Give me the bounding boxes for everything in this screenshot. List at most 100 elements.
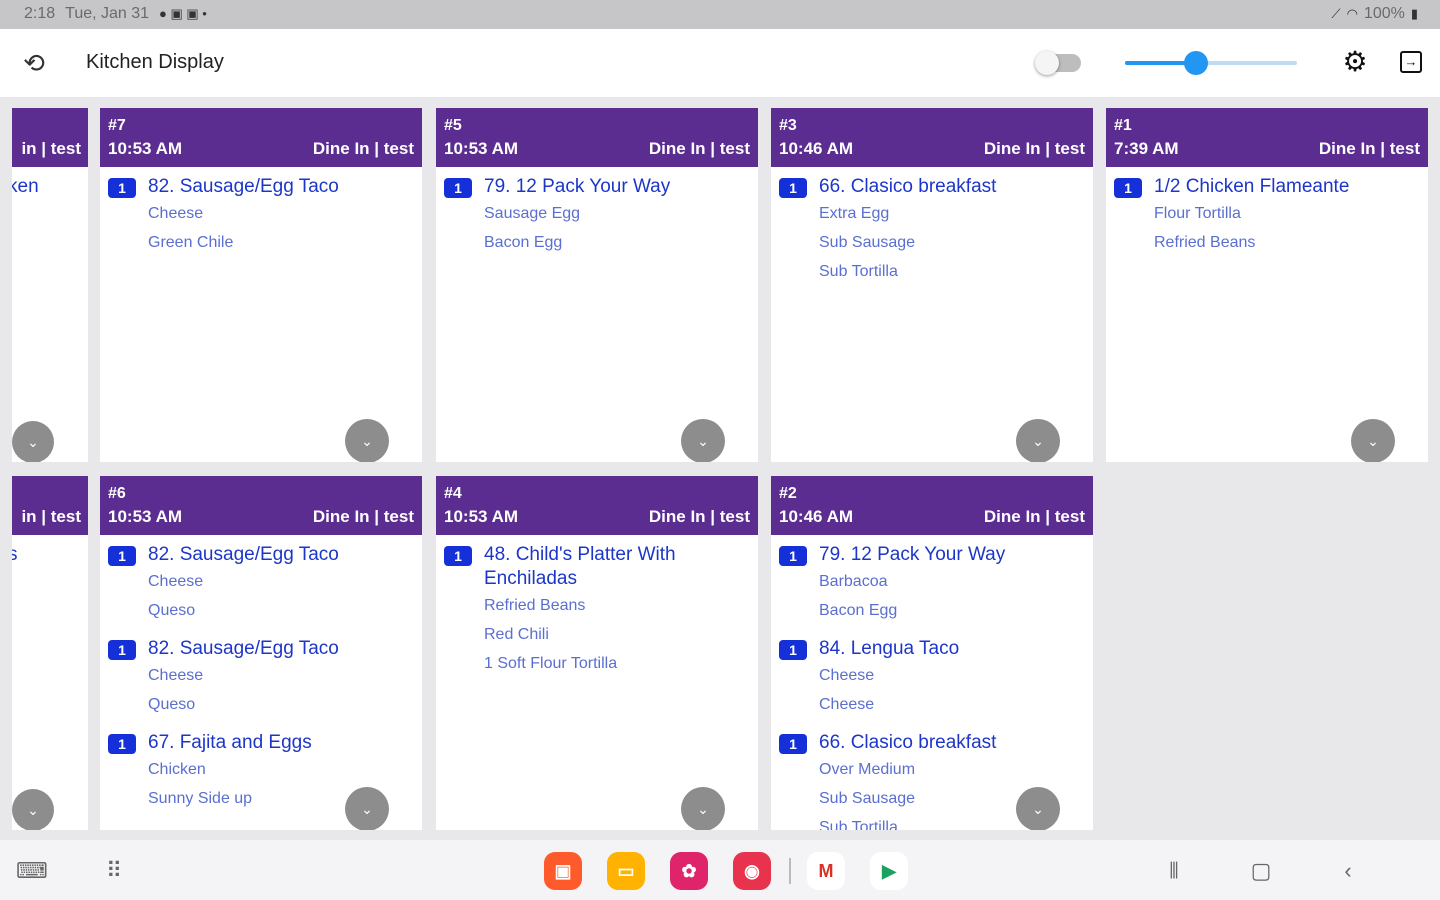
card-header: #1 7:39 AM Dine In | test bbox=[1106, 108, 1428, 167]
item-name: 67. Fajita and Eggs bbox=[148, 732, 312, 753]
status-bar: 2:18 Tue, Jan 31 ● ▣ ▣ • ⟋ ◠ 100% ▮ bbox=[0, 0, 1440, 29]
item-modifier: Refried Beans bbox=[484, 597, 586, 614]
toggle-knob[interactable] bbox=[1035, 51, 1059, 75]
order-number: #4 bbox=[444, 485, 462, 502]
list-item[interactable]: 1 84. Lengua Taco Cheese Cheese bbox=[771, 637, 1093, 719]
list-item[interactable]: 1 79. 12 Pack Your Way Barbacoa Bacon Eg… bbox=[771, 543, 1093, 625]
quantity-badge: 1 bbox=[108, 178, 136, 198]
order-number: #7 bbox=[108, 117, 126, 134]
order-card[interactable]: #3 10:46 AM Dine In | test 1 66. Clasico… bbox=[771, 108, 1093, 462]
item-name: 84. Lengua Taco bbox=[819, 638, 960, 659]
item-modifier: Bacon Egg bbox=[484, 234, 563, 251]
chevron-down-icon[interactable]: ⌄ bbox=[345, 419, 389, 462]
item-modifier: Cheese bbox=[148, 667, 204, 684]
order-number: #1 bbox=[1114, 117, 1132, 134]
order-card[interactable]: #1 7:39 AM Dine In | test 1 1/2 Chicken … bbox=[1106, 108, 1428, 462]
chevron-down-icon[interactable]: ⌄ bbox=[345, 787, 389, 830]
partial-order-card[interactable]: in | test ken ⌄ bbox=[12, 108, 88, 462]
item-list: 1 1/2 Chicken Flameante Flour Tortilla R… bbox=[1106, 167, 1428, 462]
camera-app-icon[interactable]: ◉ bbox=[733, 852, 771, 890]
chevron-down-icon[interactable]: ⌄ bbox=[681, 419, 725, 462]
home-icon[interactable]: ▢ bbox=[1246, 856, 1276, 886]
card-header: #6 10:53 AM Dine In | test bbox=[100, 476, 422, 535]
quantity-badge: 1 bbox=[108, 640, 136, 660]
list-item[interactable]: 1 1/2 Chicken Flameante Flour Tortilla R… bbox=[1106, 175, 1428, 257]
card-header: #5 10:53 AM Dine In | test bbox=[436, 108, 758, 167]
order-card[interactable]: #5 10:53 AM Dine In | test 1 79. 12 Pack… bbox=[436, 108, 758, 462]
item-modifier: Refried Beans bbox=[1154, 234, 1256, 251]
item-modifier: Bacon Egg bbox=[819, 602, 898, 619]
item-modifier: Cheese bbox=[819, 696, 875, 713]
list-item[interactable]: 1 48. Child's Platter With Enchiladas Re… bbox=[436, 543, 758, 678]
quantity-badge: 1 bbox=[779, 546, 807, 566]
quantity-badge: 1 bbox=[108, 546, 136, 566]
item-name: 1/2 Chicken Flameante bbox=[1154, 176, 1350, 197]
order-type: in | test bbox=[21, 507, 81, 526]
list-item[interactable]: 1 82. Sausage/Egg Taco Cheese Queso bbox=[100, 637, 422, 719]
chevron-down-icon[interactable]: ⌄ bbox=[1351, 419, 1395, 462]
card-header: in | test bbox=[12, 108, 88, 167]
item-modifier: Flour Tortilla bbox=[1154, 205, 1241, 222]
chevron-down-icon[interactable]: ⌄ bbox=[1016, 787, 1060, 830]
quantity-badge: 1 bbox=[1114, 178, 1142, 198]
item-name: 48. Child's Platter With Enchiladas bbox=[484, 544, 676, 589]
order-card[interactable]: #7 10:53 AM Dine In | test 1 82. Sausage… bbox=[100, 108, 422, 462]
order-card[interactable]: #2 10:46 AM Dine In | test 1 79. 12 Pack… bbox=[771, 476, 1093, 830]
item-list: 1 79. 12 Pack Your Way Barbacoa Bacon Eg… bbox=[771, 535, 1093, 830]
item-modifier: Queso bbox=[148, 602, 196, 619]
gmail-app-icon[interactable]: M bbox=[807, 852, 845, 890]
order-time: 10:46 AM bbox=[779, 139, 854, 158]
play-store-icon[interactable]: ▶ bbox=[870, 852, 908, 890]
display-toggle[interactable] bbox=[1035, 51, 1081, 75]
list-item[interactable]: 1 82. Sausage/Egg Taco Cheese Queso bbox=[100, 543, 422, 625]
list-item[interactable]: 1 79. 12 Pack Your Way Sausage Egg Bacon… bbox=[436, 175, 758, 257]
item-list: 1 82. Sausage/Egg Taco Cheese Queso 1 82… bbox=[100, 535, 422, 830]
quantity-badge: 1 bbox=[444, 546, 472, 566]
mute-icon: ⟋ bbox=[1331, 6, 1341, 21]
order-card[interactable]: #4 10:53 AM Dine In | test 1 48. Child's… bbox=[436, 476, 758, 830]
item-modifier: Cheese bbox=[148, 205, 204, 222]
size-slider[interactable] bbox=[1125, 51, 1297, 75]
chevron-down-icon[interactable]: ⌄ bbox=[12, 421, 54, 462]
item-modifier: Sausage Egg bbox=[484, 205, 581, 222]
item-modifier: Barbacoa bbox=[819, 573, 888, 590]
recent-apps-icon[interactable]: ⦀ bbox=[1159, 856, 1189, 886]
item-modifier: Over Medium bbox=[819, 761, 916, 778]
status-date: Tue, Jan 31 bbox=[65, 5, 150, 22]
partial-order-card[interactable]: in | test s ⌄ bbox=[12, 476, 88, 830]
app-bar: ⟲ Kitchen Display ⚙ → bbox=[0, 29, 1440, 97]
order-time: 10:53 AM bbox=[108, 139, 183, 158]
keyboard-icon[interactable]: ⌨ bbox=[16, 856, 48, 886]
chevron-down-icon[interactable]: ⌄ bbox=[681, 787, 725, 830]
gear-icon[interactable]: ⚙ bbox=[1340, 47, 1370, 77]
item-list: 1 82. Sausage/Egg Taco Cheese Green Chil… bbox=[100, 167, 422, 462]
chevron-down-icon[interactable]: ⌄ bbox=[1016, 419, 1060, 462]
card-header: #3 10:46 AM Dine In | test bbox=[771, 108, 1093, 167]
folder-app-icon[interactable]: ▭ bbox=[607, 852, 645, 890]
battery-icon: ▮ bbox=[1410, 6, 1418, 21]
notes-app-icon[interactable]: ▣ bbox=[544, 852, 582, 890]
gallery-app-icon[interactable]: ✿ bbox=[670, 852, 708, 890]
order-time: 7:39 AM bbox=[1114, 139, 1179, 158]
back-icon[interactable]: ‹ bbox=[1333, 856, 1363, 886]
exit-icon[interactable]: → bbox=[1400, 51, 1422, 73]
item-name: s bbox=[12, 544, 18, 565]
item-name: 79. 12 Pack Your Way bbox=[819, 544, 1006, 565]
app-drawer-icon[interactable]: ⠿ bbox=[99, 856, 129, 886]
card-header: #2 10:46 AM Dine In | test bbox=[771, 476, 1093, 535]
quantity-badge: 1 bbox=[779, 178, 807, 198]
card-header: #7 10:53 AM Dine In | test bbox=[100, 108, 422, 167]
slider-thumb[interactable] bbox=[1183, 51, 1208, 75]
item-modifier: Red Chili bbox=[484, 626, 549, 643]
order-card[interactable]: #6 10:53 AM Dine In | test 1 82. Sausage… bbox=[100, 476, 422, 830]
order-type: Dine In | test bbox=[312, 139, 414, 158]
refresh-icon[interactable]: ⟲ bbox=[18, 47, 50, 79]
order-number: #5 bbox=[444, 117, 462, 134]
list-item[interactable]: 1 66. Clasico breakfast Extra Egg Sub Sa… bbox=[771, 175, 1093, 286]
item-modifier: Extra Egg bbox=[819, 205, 890, 222]
list-item[interactable]: 1 82. Sausage/Egg Taco Cheese Green Chil… bbox=[100, 175, 422, 257]
chevron-down-icon[interactable]: ⌄ bbox=[12, 789, 54, 830]
item-name: 82. Sausage/Egg Taco bbox=[148, 638, 339, 659]
order-number: #6 bbox=[108, 485, 126, 502]
order-time: 10:46 AM bbox=[779, 507, 854, 526]
